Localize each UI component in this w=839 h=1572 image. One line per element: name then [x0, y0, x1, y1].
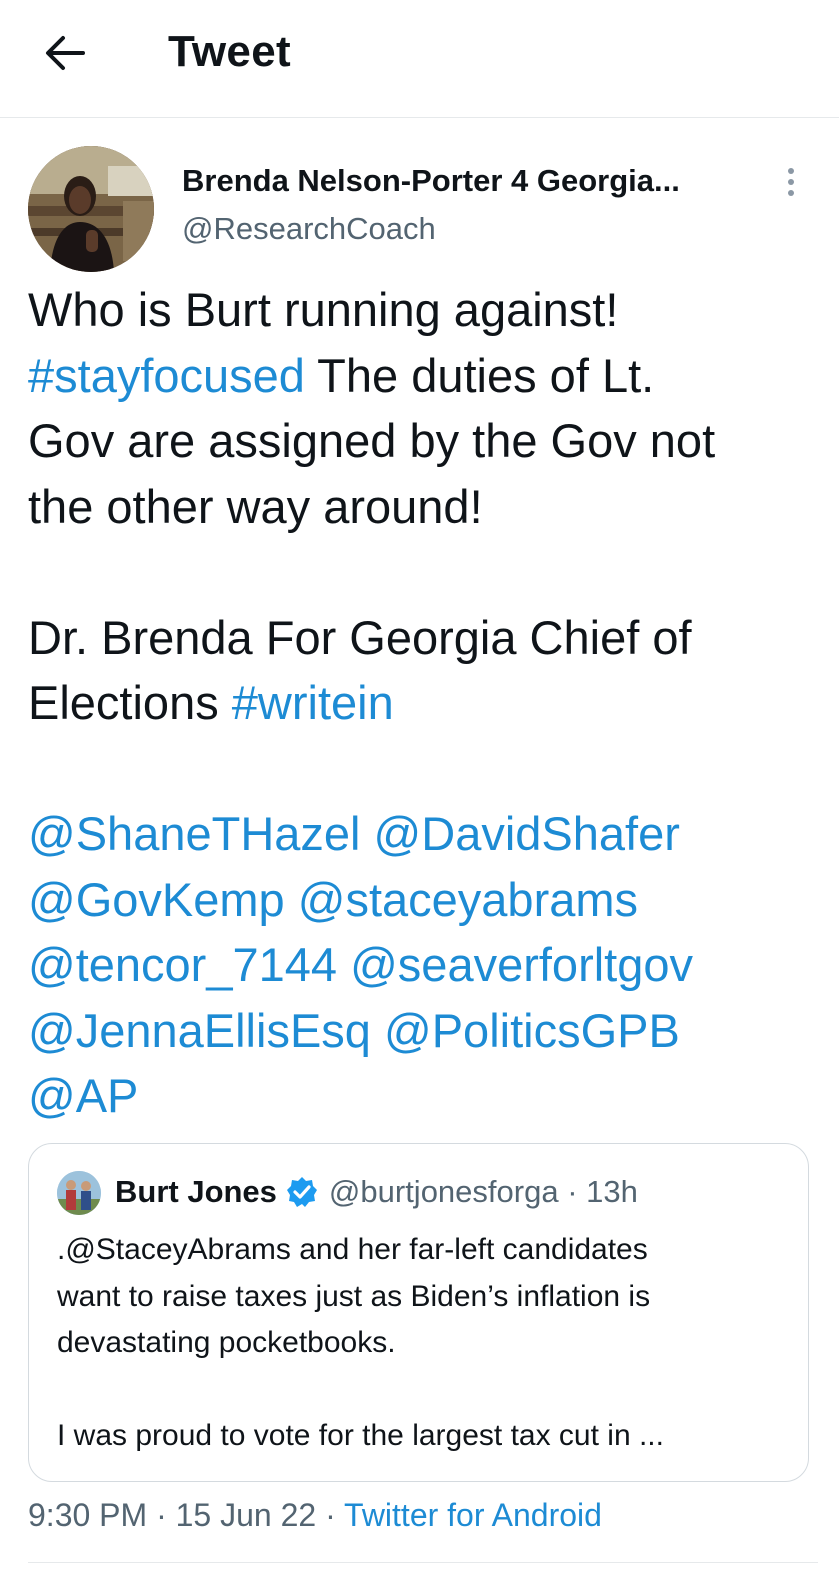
tweet-text-line: Gov are assigned by the Gov not	[28, 414, 716, 467]
profile-photo	[28, 146, 154, 272]
tweet-text-line: Who is Burt running against!	[28, 283, 619, 336]
quoted-author-avatar	[57, 1171, 101, 1215]
vertical-ellipsis-icon-dot	[788, 190, 794, 196]
mention-links[interactable]: @tencor_7144 @seaverforltgov	[28, 932, 818, 998]
hashtag-link[interactable]: #stayfocused	[28, 349, 305, 402]
tweet-text-fragment: Elections	[28, 676, 232, 729]
mention-links[interactable]: @AP	[28, 1063, 818, 1129]
verified-badge-icon	[285, 1175, 319, 1209]
arrow-left-icon	[46, 36, 85, 70]
mention-links[interactable]: @JennaEllisEsq @PoliticsGPB	[28, 998, 818, 1064]
tweet-timestamp: 9:30 PM · 15 Jun 22 ·	[28, 1497, 345, 1533]
author-handle[interactable]: @ResearchCoach	[182, 211, 742, 247]
hashtag-link[interactable]: #writein	[232, 676, 394, 729]
vertical-ellipsis-icon	[788, 168, 794, 174]
tweet-text-line: Elections #writein	[28, 670, 818, 736]
page-title: Tweet	[168, 27, 291, 76]
tweet-text-line: #stayfocused The duties of Lt.	[28, 343, 818, 409]
back-button[interactable]	[40, 30, 90, 76]
quoted-tweet-header: Burt Jones @burtjonesforga · 13h	[115, 1174, 638, 1210]
author-display-name[interactable]: Brenda Nelson-Porter 4 Georgia...	[182, 163, 742, 199]
quoted-text-line: .@StaceyAbrams and her far-left candidat…	[57, 1233, 648, 1266]
quoted-text-line: I was proud to vote for the largest tax …	[57, 1419, 664, 1452]
author-avatar[interactable]	[28, 146, 154, 272]
tweet-text-line: the other way around!	[28, 479, 483, 533]
tweet-source-link[interactable]: Twitter for Android	[344, 1497, 602, 1533]
tweet-text: Who is Burt running against! #stayfocuse…	[28, 277, 818, 1129]
profile-photo	[57, 1171, 101, 1215]
quoted-handle-timestamp: @burtjonesforga · 13h	[328, 1174, 638, 1209]
top-app-bar: Tweet	[0, 0, 839, 118]
quoted-author-name: Burt Jones	[115, 1174, 277, 1209]
tweet-author[interactable]: Brenda Nelson-Porter 4 Georgia... @Resea…	[182, 163, 742, 247]
mention-links[interactable]: @ShaneTHazel @DavidShafer	[28, 801, 818, 867]
quoted-text-line: devastating pocketbooks.	[57, 1326, 396, 1359]
more-options-button[interactable]	[776, 162, 806, 202]
quoted-tweet-card[interactable]: Burt Jones @burtjonesforga · 13h .@Stace…	[28, 1143, 809, 1482]
tweet-metadata: 9:30 PM · 15 Jun 22 · Twitter for Androi…	[28, 1497, 602, 1534]
quoted-tweet-text: .@StaceyAbrams and her far-left candidat…	[57, 1227, 797, 1460]
tweet-text-line: Dr. Brenda For Georgia Chief of	[28, 610, 692, 664]
mention-links[interactable]: @GovKemp @staceyabrams	[28, 867, 818, 933]
quoted-text-line: want to raise taxes just as Biden’s infl…	[57, 1279, 651, 1313]
divider	[28, 1562, 818, 1563]
tweet-text-fragment: The duties of Lt.	[304, 348, 655, 402]
vertical-ellipsis-icon-dot	[788, 179, 794, 185]
